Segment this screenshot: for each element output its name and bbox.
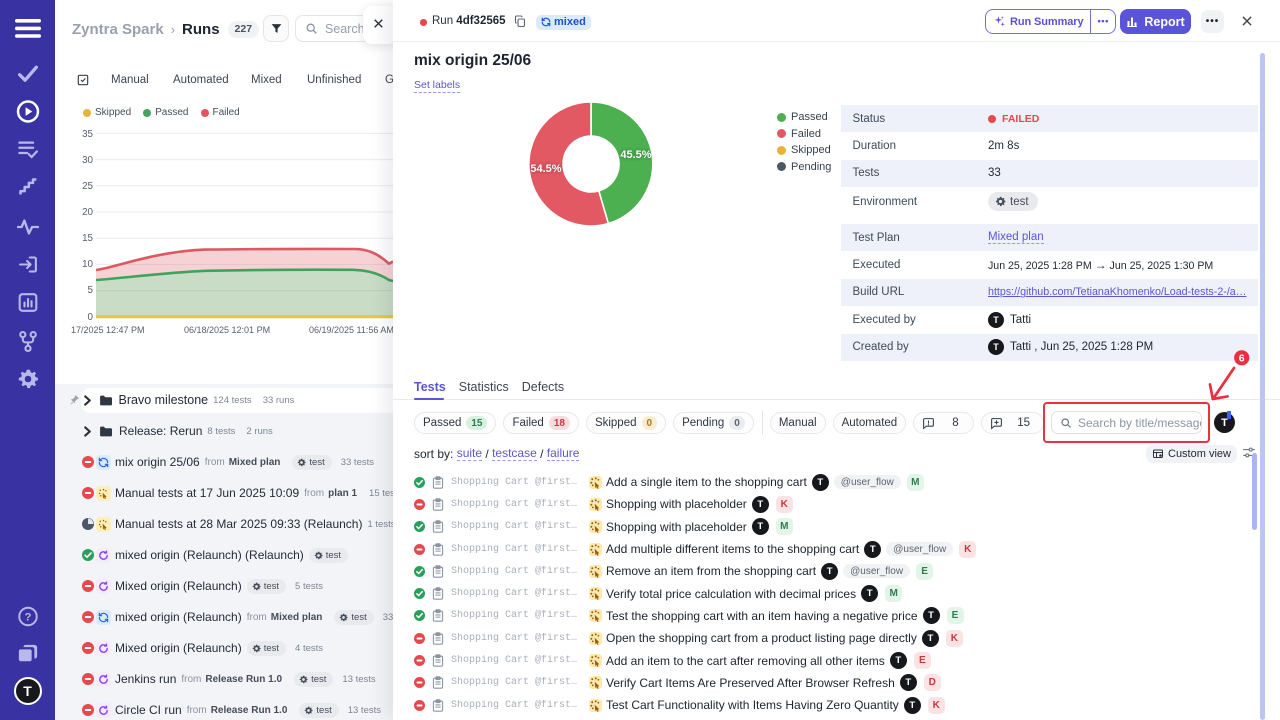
svg-text:6: 6 (1239, 353, 1245, 365)
svg-text:06/18/2025 12:01 PM: 06/18/2025 12:01 PM (184, 325, 270, 335)
svg-text:15: 15 (82, 233, 93, 244)
svg-text:17/2025 12:47 PM: 17/2025 12:47 PM (71, 325, 145, 335)
svg-text:5: 5 (88, 285, 94, 296)
svg-text:?: ? (24, 611, 31, 623)
svg-text:20: 20 (82, 207, 93, 218)
svg-text:0: 0 (88, 312, 94, 323)
svg-text:54.5%: 54.5% (530, 163, 561, 175)
svg-text:45.5%: 45.5% (620, 149, 651, 161)
svg-text:10: 10 (82, 259, 93, 270)
svg-text:06/19/2025 11:56 AM: 06/19/2025 11:56 AM (309, 325, 393, 335)
svg-text:35: 35 (82, 129, 93, 140)
svg-text:30: 30 (82, 155, 93, 166)
svg-text:25: 25 (82, 181, 93, 192)
